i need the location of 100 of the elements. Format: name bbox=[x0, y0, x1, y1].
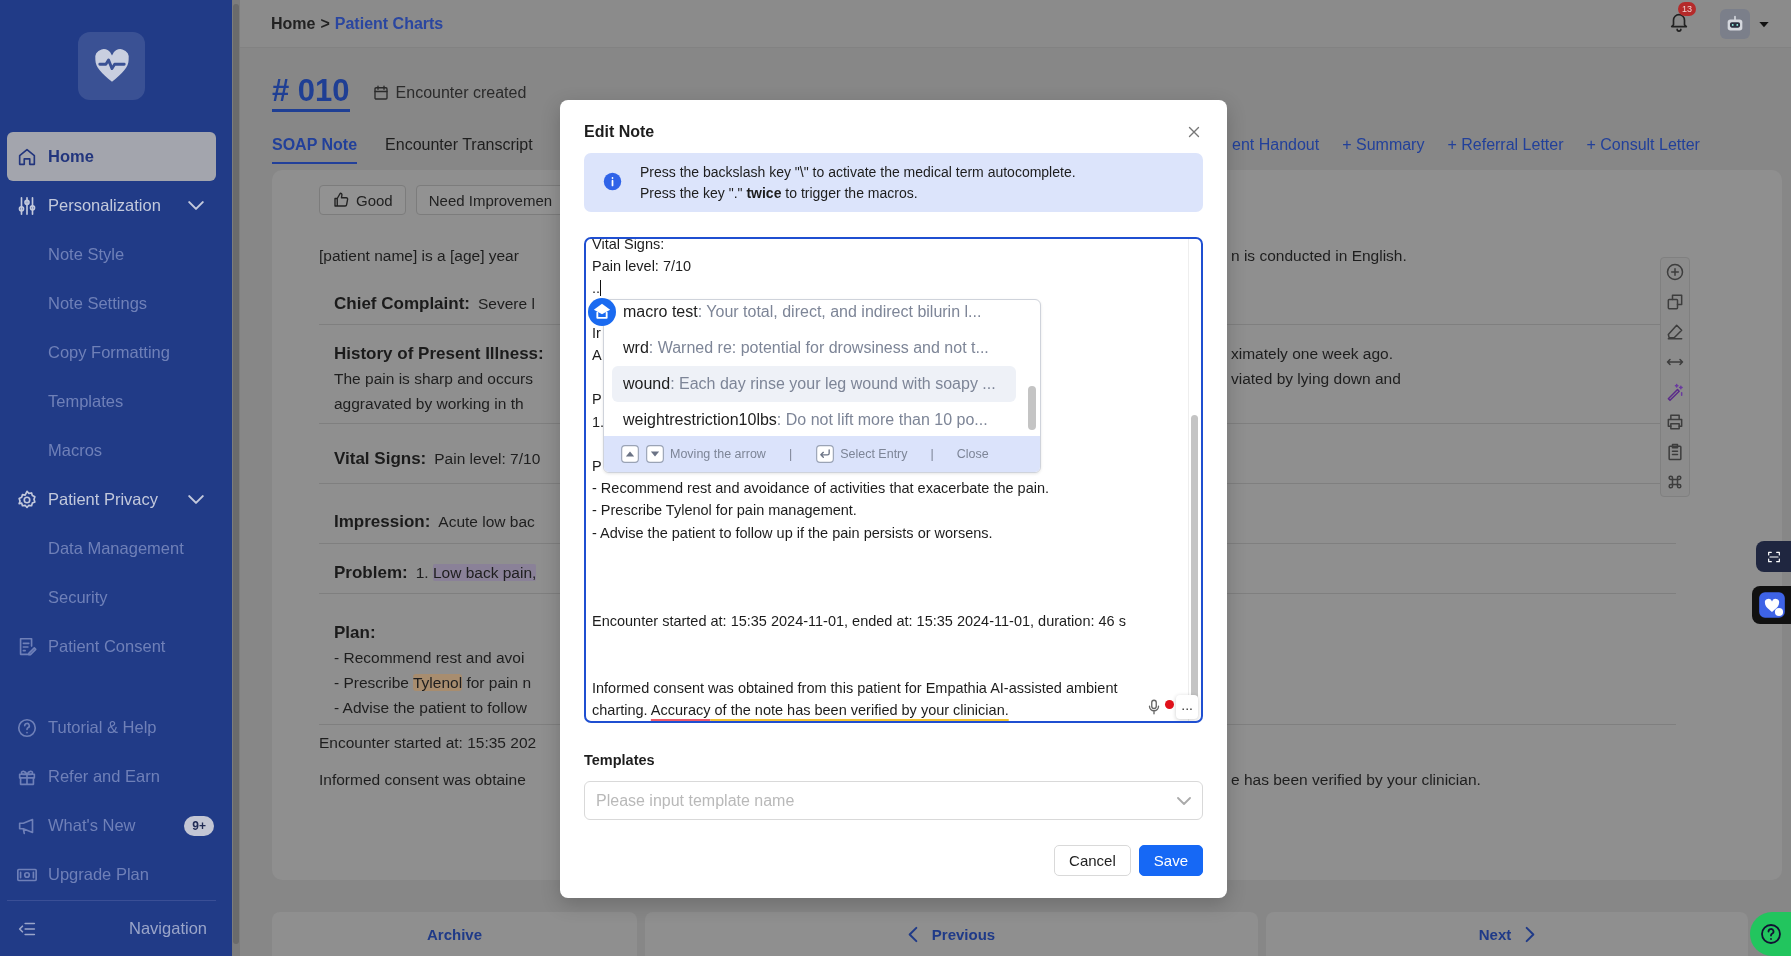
calendar-icon bbox=[371, 83, 390, 102]
section-heading: Problem: bbox=[334, 562, 408, 584]
note-text: - Advise the patient to follow bbox=[334, 698, 527, 718]
thumbs-up-icon bbox=[332, 191, 350, 209]
tab[interactable]: Encounter Transcript bbox=[385, 136, 533, 164]
scrollbar[interactable] bbox=[233, 4, 239, 944]
more-button[interactable]: ... bbox=[1176, 695, 1198, 719]
note-text: [patient name] is a [age] year bbox=[319, 246, 519, 266]
count-badge: 9+ bbox=[184, 815, 214, 836]
add-link[interactable]: + Consult Letter bbox=[1586, 136, 1700, 164]
macro-option[interactable]: macro test: Your total, direct, and indirect bilurin l... bbox=[612, 300, 1016, 330]
sidebar-item[interactable]: Macros bbox=[7, 426, 216, 475]
scan-widget[interactable] bbox=[1756, 541, 1791, 572]
scrollbar[interactable] bbox=[1028, 386, 1036, 430]
shortcut-hint: Moving the arrow bbox=[670, 447, 766, 461]
tab[interactable]: SOAP Note bbox=[272, 136, 358, 164]
sidebar-item[interactable]: Note Settings bbox=[7, 279, 216, 328]
sidebar-item[interactable]: Templates bbox=[7, 377, 216, 426]
scrollbar[interactable] bbox=[1188, 239, 1199, 721]
sidebar-item[interactable]: Home bbox=[7, 132, 216, 181]
add-link[interactable]: + Referral Letter bbox=[1447, 136, 1564, 164]
sidebar-item[interactable]: Security bbox=[7, 573, 216, 622]
breadcrumb-link[interactable]: Home bbox=[271, 14, 316, 33]
info-text: Press the backslash key "\" to activate the medical term autocomplete. bbox=[640, 163, 1076, 182]
sidebar-item[interactable]: Patient Consent bbox=[7, 622, 216, 671]
editor-line: P bbox=[592, 390, 602, 410]
shortcut-hint: Select Entry bbox=[840, 447, 908, 461]
note-text: e has been verified by your clinician. bbox=[1231, 771, 1481, 788]
note-text: viated by lying down and bbox=[1231, 370, 1401, 387]
sidebar-item[interactable]: Copy Formatting bbox=[7, 328, 216, 377]
editor-line: Vital Signs: bbox=[592, 239, 665, 254]
breadcrumb-separator: > bbox=[320, 14, 330, 33]
macro-option[interactable]: wrd: Warned re: potential for drowsiness and not t... bbox=[612, 330, 1016, 366]
field-label: Templates bbox=[584, 751, 656, 770]
recording-dot bbox=[1165, 699, 1175, 709]
section-heading: Chief Complaint: bbox=[334, 293, 470, 315]
editor-line: .. bbox=[592, 279, 602, 299]
info-text: Press the key "." twice to trigger the macros. bbox=[640, 184, 919, 203]
note-text: Severe l bbox=[478, 294, 535, 314]
sidebar-item[interactable]: Personalization bbox=[7, 181, 216, 230]
note-text: 1. Low back pain, bbox=[415, 563, 537, 583]
clipboard-icon[interactable] bbox=[1665, 442, 1685, 462]
enter-key-icon bbox=[815, 444, 836, 464]
editor-line: charting. Accuracy of the note has been verified by your clinician. bbox=[592, 701, 1009, 721]
help-icon bbox=[16, 716, 38, 739]
up-key-icon bbox=[620, 444, 640, 464]
sidebar-item[interactable]: Tutorial & Help bbox=[7, 703, 216, 752]
add-link[interactable]: ent Handout bbox=[1232, 136, 1320, 164]
template-select[interactable]: Please input template name bbox=[584, 781, 1203, 820]
feedback-button[interactable]: Good bbox=[319, 185, 406, 215]
sidebar-item[interactable]: Patient Privacy bbox=[7, 475, 216, 524]
help-button[interactable] bbox=[1750, 912, 1791, 956]
add-link[interactable]: + Summary bbox=[1342, 136, 1425, 164]
macro-option[interactable]: wound: Each day rinse your leg wound with soapy ... bbox=[612, 366, 1016, 402]
nav-button[interactable]: Archive bbox=[272, 912, 637, 956]
section-heading: Impression: bbox=[334, 511, 431, 533]
printer-icon[interactable] bbox=[1665, 412, 1685, 432]
editor-line: - Recommend rest and avoidance of activities that exacerbate the pain. bbox=[592, 479, 1049, 499]
note-text: The pain is sharp and occurs bbox=[334, 369, 534, 389]
editor-line: Informed consent was obtained from this patient for Empathia AI-assisted ambient bbox=[592, 678, 1118, 698]
sidebar-item[interactable]: Refer and Earn bbox=[7, 752, 216, 801]
graduation-cap-icon[interactable] bbox=[588, 298, 616, 326]
sliders-icon bbox=[16, 194, 38, 217]
note-text: Acute low bac bbox=[438, 512, 535, 532]
help-icon bbox=[1759, 922, 1783, 946]
editor-line: P bbox=[592, 457, 602, 476]
close-link[interactable]: Close bbox=[956, 447, 989, 461]
breadcrumb-link[interactable]: Patient Charts bbox=[334, 14, 444, 33]
editor-line: - Advise the patient to follow up if the pain persists or worsens. bbox=[592, 523, 993, 543]
hint-divider: | bbox=[930, 447, 934, 461]
add-icon[interactable] bbox=[1665, 262, 1685, 282]
robot-avatar[interactable] bbox=[1720, 8, 1750, 39]
nav-button[interactable]: Next bbox=[1266, 912, 1748, 956]
sidebar-item[interactable]: Upgrade Plan bbox=[7, 850, 216, 899]
editor-line: - Prescribe Tylenol for pain management. bbox=[592, 501, 857, 521]
gear-icon bbox=[16, 488, 38, 511]
navigation-toggle[interactable]: Navigation bbox=[7, 900, 216, 956]
note-editor[interactable] bbox=[584, 237, 1203, 723]
dialog-title: Edit Note bbox=[584, 123, 655, 141]
macro-option[interactable]: weightrestriction10lbs: Do not lift more than 10 po... bbox=[612, 402, 1016, 436]
section-heading: History of Present Illness: bbox=[334, 343, 544, 365]
sidebar-item[interactable]: Data Management bbox=[7, 524, 216, 573]
notification-badge: 13 bbox=[1678, 1, 1696, 16]
save-button[interactable]: Save bbox=[1138, 845, 1203, 876]
copy-icon[interactable] bbox=[1665, 292, 1685, 312]
chevron-right-icon bbox=[1525, 925, 1536, 943]
note-text: Pain level: 7/10 bbox=[434, 449, 541, 469]
editor-line: A bbox=[592, 346, 602, 365]
sidebar-item[interactable]: Note Style bbox=[7, 230, 216, 279]
magic-wand-icon[interactable] bbox=[1665, 382, 1685, 402]
app-widget[interactable] bbox=[1752, 586, 1791, 624]
editor-line: Encounter started at: 15:35 2024-11-01, ended at: 15:35 2024-11-01, duration: 46 s bbox=[592, 612, 1126, 632]
chevron-left-icon bbox=[907, 925, 918, 943]
nav-button[interactable]: Previous bbox=[645, 912, 1258, 956]
cancel-button[interactable]: Cancel bbox=[1054, 845, 1131, 876]
editor-line: Pain level: 7/10 bbox=[592, 257, 692, 277]
eraser-icon[interactable] bbox=[1665, 322, 1685, 342]
sidebar-item[interactable]: What's New 9+ bbox=[7, 801, 216, 850]
note-text: aggravated by working in th bbox=[334, 394, 524, 414]
section-heading: Plan: bbox=[334, 622, 376, 644]
